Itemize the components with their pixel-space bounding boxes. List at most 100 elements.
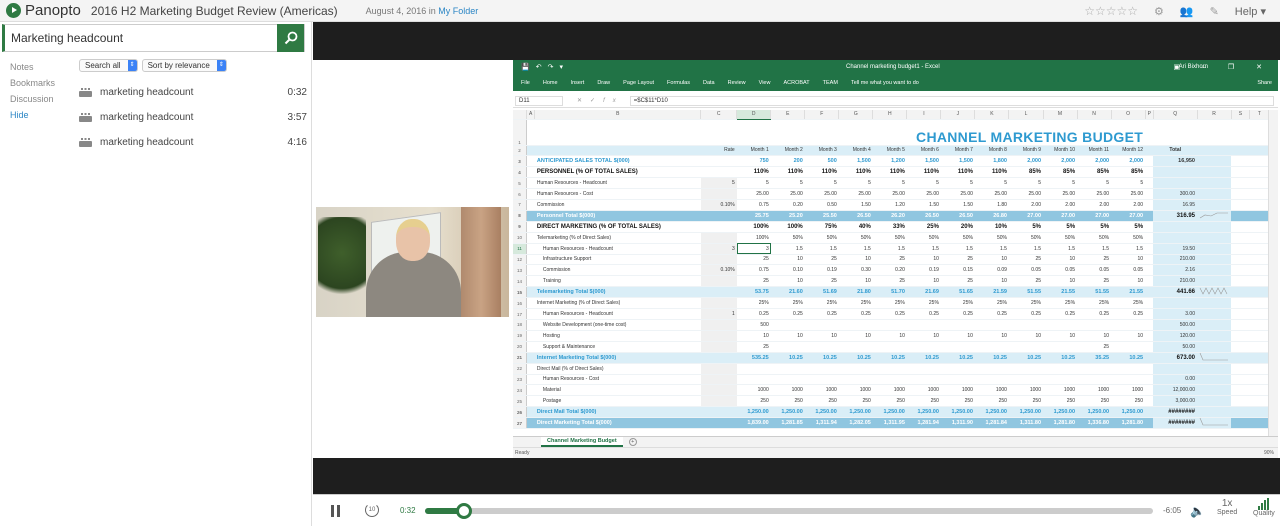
value-cell[interactable]: 1,311.94 bbox=[804, 417, 839, 430]
value-cell[interactable] bbox=[736, 374, 771, 386]
ribbon-tab[interactable]: ACROBAT bbox=[783, 80, 809, 86]
cell[interactable] bbox=[1249, 221, 1269, 233]
value-cell[interactable]: 1.5 bbox=[770, 243, 805, 255]
total-cell[interactable]: 3.00 bbox=[1153, 308, 1197, 320]
value-cell[interactable] bbox=[838, 341, 873, 353]
window-controls[interactable]: ▣ – ❐ ✕ bbox=[1174, 63, 1272, 71]
cell[interactable] bbox=[1249, 319, 1269, 331]
value-cell[interactable]: 110% bbox=[872, 166, 907, 179]
nav-hide[interactable]: Hide bbox=[10, 107, 55, 123]
cell[interactable] bbox=[1145, 166, 1154, 179]
value-cell[interactable] bbox=[736, 363, 771, 375]
value-cell[interactable]: 25.00 bbox=[736, 188, 771, 200]
month-header[interactable]: Month 3 bbox=[804, 145, 839, 157]
value-cell[interactable]: 2.00 bbox=[1077, 199, 1112, 211]
cell[interactable] bbox=[1249, 395, 1269, 408]
value-cell[interactable]: 1.5 bbox=[872, 243, 907, 255]
cell[interactable] bbox=[526, 417, 535, 430]
value-cell[interactable]: 10 bbox=[1111, 275, 1146, 288]
row-label[interactable]: Material bbox=[534, 384, 701, 397]
value-cell[interactable]: 0.25 bbox=[1008, 308, 1043, 320]
value-cell[interactable] bbox=[804, 341, 839, 353]
value-cell[interactable] bbox=[1043, 374, 1078, 386]
cell[interactable] bbox=[1249, 254, 1269, 266]
row-header[interactable]: 23 bbox=[513, 374, 528, 386]
rate-cell[interactable]: 0.10% bbox=[700, 264, 737, 277]
row-header[interactable]: 10 bbox=[513, 232, 528, 244]
value-cell[interactable]: 25 bbox=[940, 275, 975, 288]
row-header[interactable]: 13 bbox=[513, 264, 528, 277]
value-cell[interactable]: 5 bbox=[906, 177, 941, 190]
value-cell[interactable]: 10 bbox=[1111, 254, 1146, 266]
value-cell[interactable] bbox=[804, 319, 839, 331]
row-header[interactable]: 20 bbox=[513, 341, 528, 353]
ribbon-tab[interactable]: Data bbox=[703, 80, 715, 86]
value-cell[interactable]: 100% bbox=[736, 221, 771, 233]
total-cell[interactable]: ######## bbox=[1153, 417, 1197, 430]
cell[interactable] bbox=[1145, 254, 1154, 266]
value-cell[interactable]: 35.25 bbox=[1077, 352, 1112, 364]
value-cell[interactable] bbox=[872, 363, 907, 375]
value-cell[interactable]: 21.55 bbox=[1043, 286, 1078, 299]
value-cell[interactable]: 50% bbox=[804, 232, 839, 244]
value-cell[interactable]: 10 bbox=[974, 275, 1009, 288]
cell[interactable] bbox=[526, 352, 535, 364]
cell[interactable] bbox=[1231, 308, 1250, 320]
value-cell[interactable] bbox=[906, 341, 941, 353]
scope-select[interactable]: Search all ⇕ bbox=[79, 59, 138, 72]
value-cell[interactable]: 50% bbox=[940, 232, 975, 244]
row-label[interactable]: Commission bbox=[534, 199, 701, 211]
value-cell[interactable]: 1000 bbox=[1008, 384, 1043, 397]
value-cell[interactable]: 250 bbox=[1077, 395, 1112, 408]
row-header[interactable]: 17 bbox=[513, 308, 528, 320]
cell[interactable] bbox=[1231, 374, 1250, 386]
value-cell[interactable]: 10.25 bbox=[804, 352, 839, 364]
value-cell[interactable]: 5 bbox=[838, 177, 873, 190]
value-cell[interactable]: 1.5 bbox=[1008, 243, 1043, 255]
ribbon-tab[interactable]: Home bbox=[543, 80, 558, 86]
value-cell[interactable]: 25.00 bbox=[804, 188, 839, 200]
cell[interactable] bbox=[1249, 243, 1269, 255]
value-cell[interactable]: 1,281.80 bbox=[1111, 417, 1146, 430]
value-cell[interactable]: 25 bbox=[804, 254, 839, 266]
search-button[interactable] bbox=[277, 24, 304, 52]
value-cell[interactable]: 0.20 bbox=[872, 264, 907, 277]
rate-cell[interactable] bbox=[700, 406, 737, 419]
value-cell[interactable]: 1,311.95 bbox=[872, 417, 907, 430]
value-cell[interactable]: 110% bbox=[838, 166, 873, 179]
column-header[interactable]: P bbox=[1145, 110, 1154, 120]
value-cell[interactable]: 26.50 bbox=[838, 210, 873, 222]
value-cell[interactable]: 25.00 bbox=[770, 188, 805, 200]
value-cell[interactable]: 25 bbox=[940, 254, 975, 266]
cell[interactable] bbox=[1231, 221, 1250, 233]
column-header[interactable]: C bbox=[700, 110, 738, 120]
column-header[interactable]: L bbox=[1008, 110, 1044, 120]
rate-header[interactable]: Rate bbox=[700, 145, 737, 157]
ribbon-tab[interactable]: Page Layout bbox=[623, 80, 654, 86]
value-cell[interactable]: 25% bbox=[906, 297, 941, 310]
cell[interactable] bbox=[1231, 254, 1250, 266]
cell[interactable] bbox=[1153, 119, 1197, 146]
value-cell[interactable]: 250 bbox=[906, 395, 941, 408]
ribbon-tab[interactable]: TEAM bbox=[823, 80, 838, 86]
value-cell[interactable] bbox=[1077, 374, 1112, 386]
cell[interactable] bbox=[1231, 264, 1250, 277]
value-cell[interactable]: 25% bbox=[1008, 297, 1043, 310]
cell[interactable] bbox=[1231, 177, 1250, 190]
cell[interactable] bbox=[1249, 155, 1269, 168]
value-cell[interactable]: 50% bbox=[1008, 232, 1043, 244]
month-header[interactable]: Month 11 bbox=[1077, 145, 1112, 157]
value-cell[interactable]: 1,500 bbox=[940, 155, 975, 168]
value-cell[interactable] bbox=[838, 319, 873, 331]
value-cell[interactable]: 1.5 bbox=[838, 243, 873, 255]
value-cell[interactable] bbox=[1111, 319, 1146, 331]
cell[interactable] bbox=[526, 264, 535, 277]
value-cell[interactable]: 25 bbox=[736, 275, 771, 288]
value-cell[interactable]: 500 bbox=[736, 319, 771, 331]
ribbon-tab[interactable]: Draw bbox=[597, 80, 610, 86]
value-cell[interactable]: 10 bbox=[906, 330, 941, 342]
cell[interactable] bbox=[1145, 297, 1154, 310]
cell[interactable] bbox=[1249, 308, 1269, 320]
column-header[interactable]: N bbox=[1077, 110, 1112, 120]
value-cell[interactable]: 21.55 bbox=[1111, 286, 1146, 299]
